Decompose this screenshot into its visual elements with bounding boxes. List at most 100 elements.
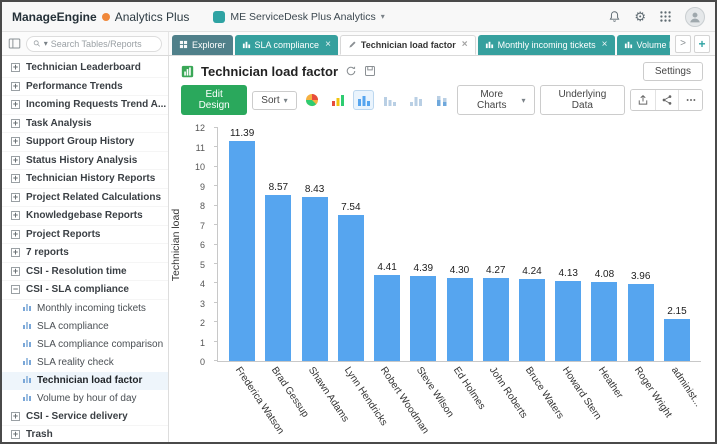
refresh-icon[interactable] bbox=[345, 65, 357, 77]
more-charts-button[interactable]: More Charts ▾ bbox=[457, 85, 535, 115]
bar-value-label: 4.08 bbox=[595, 269, 614, 280]
tab-monthly-incoming-tickets[interactable]: Monthly incoming tickets× bbox=[478, 35, 615, 55]
sidebar-report-sla-compliance[interactable]: SLA compliance bbox=[2, 318, 168, 336]
bar-chart-icon[interactable] bbox=[353, 90, 374, 110]
settings-button[interactable]: Settings bbox=[643, 62, 703, 81]
tab-volume-by-hour-of-day[interactable]: Volume by hour of day× bbox=[617, 35, 671, 55]
new-tab-button[interactable]: + bbox=[694, 35, 710, 53]
edit-design-button[interactable]: Edit Design bbox=[181, 85, 247, 115]
bar[interactable] bbox=[664, 319, 690, 361]
bar[interactable] bbox=[374, 275, 400, 361]
workspace-selector[interactable]: ME ServiceDesk Plus Analytics ▾ bbox=[213, 11, 384, 23]
bar[interactable] bbox=[591, 282, 617, 361]
x-category-slot: Lynn Hendricks bbox=[332, 362, 368, 444]
sidebar-item-7-reports[interactable]: +7 reports bbox=[2, 244, 168, 263]
tab-sla-compliance[interactable]: SLA compliance× bbox=[235, 35, 338, 55]
underlying-data-button[interactable]: Underlying Data bbox=[540, 85, 626, 115]
plot-area: 11.398.578.437.544.414.394.304.274.244.1… bbox=[217, 128, 701, 362]
tab-label: Explorer bbox=[192, 40, 226, 50]
tab-technician-load-factor[interactable]: Technician load factor× bbox=[340, 35, 476, 55]
close-icon[interactable]: × bbox=[462, 40, 468, 50]
sidebar-item-technician-leaderboard[interactable]: +Technician Leaderboard bbox=[2, 59, 168, 78]
bar[interactable] bbox=[410, 276, 436, 361]
expand-icon[interactable]: + bbox=[11, 137, 20, 146]
expand-icon[interactable]: + bbox=[11, 63, 20, 72]
sidebar-report-sla-compliance-comparison[interactable]: SLA compliance comparison bbox=[2, 336, 168, 354]
apps-grid-icon[interactable] bbox=[659, 10, 672, 23]
panel-icon[interactable] bbox=[8, 37, 21, 50]
x-category-slot: Robert Woodman bbox=[368, 362, 404, 444]
expand-icon[interactable]: + bbox=[11, 248, 20, 257]
expand-icon[interactable]: + bbox=[11, 156, 20, 165]
more-options-icon[interactable] bbox=[678, 90, 702, 110]
bar-value-label: 8.57 bbox=[269, 182, 288, 193]
sidebar-item-task-analysis[interactable]: +Task Analysis bbox=[2, 115, 168, 134]
close-icon[interactable]: × bbox=[602, 40, 608, 50]
y-tick-label: 8 bbox=[200, 201, 205, 211]
x-category-slot: Bruce Waters bbox=[514, 362, 550, 444]
search-box[interactable]: ▾ bbox=[26, 36, 162, 52]
body-row: +Technician Leaderboard+Performance Tren… bbox=[2, 56, 715, 442]
bar[interactable] bbox=[447, 278, 473, 361]
pie-chart-icon[interactable] bbox=[302, 90, 323, 110]
expand-icon[interactable]: + bbox=[11, 430, 20, 439]
bar[interactable] bbox=[555, 281, 581, 361]
bell-icon[interactable] bbox=[608, 10, 621, 23]
expand-icon[interactable]: + bbox=[11, 174, 20, 183]
bar[interactable] bbox=[628, 284, 654, 361]
sidebar-item-incoming-requests-trend-a[interactable]: +Incoming Requests Trend A... bbox=[2, 96, 168, 115]
sidebar-item-label: 7 reports bbox=[26, 247, 69, 258]
expand-icon[interactable]: + bbox=[11, 119, 20, 128]
close-icon[interactable]: × bbox=[325, 40, 331, 50]
sidebar-item-csi-resolution-time[interactable]: +CSI - Resolution time bbox=[2, 263, 168, 282]
y-tick-mark bbox=[214, 341, 218, 342]
tab-explorer[interactable]: Explorer bbox=[172, 35, 233, 55]
expand-icon[interactable]: + bbox=[11, 230, 20, 239]
sidebar-item-project-related-calculations[interactable]: +Project Related Calculations bbox=[2, 189, 168, 208]
collapse-icon[interactable]: − bbox=[11, 285, 20, 294]
y-axis: 0123456789101112 bbox=[169, 128, 213, 362]
y-tick-mark bbox=[214, 263, 218, 264]
expand-icon[interactable]: + bbox=[11, 82, 20, 91]
sidebar-report-volume-by-hour-of-day[interactable]: Volume by hour of day bbox=[2, 390, 168, 408]
sidebar-item-trash[interactable]: +Trash bbox=[2, 426, 168, 442]
tab-scroll-right-button[interactable]: > bbox=[675, 35, 691, 53]
sidebar-item-support-group-history[interactable]: +Support Group History bbox=[2, 133, 168, 152]
sidebar-report-technician-load-factor[interactable]: Technician load factor bbox=[2, 372, 168, 390]
gear-icon[interactable]: ⚙ bbox=[634, 10, 646, 23]
expand-icon[interactable]: + bbox=[11, 412, 20, 421]
sidebar-item-csi-sla-compliance[interactable]: −CSI - SLA compliance bbox=[2, 281, 168, 300]
expand-icon[interactable]: + bbox=[11, 193, 20, 202]
pencil-icon bbox=[348, 40, 357, 51]
bar[interactable] bbox=[265, 195, 291, 361]
sidebar-item-csi-service-delivery[interactable]: +CSI - Service delivery bbox=[2, 408, 168, 427]
search-input[interactable] bbox=[51, 39, 155, 49]
bar-chart-alt2-icon[interactable] bbox=[405, 90, 426, 110]
sidebar-report-label: Volume by hour of day bbox=[37, 393, 137, 404]
bar-chart-alt1-icon[interactable] bbox=[379, 90, 400, 110]
share-icon[interactable] bbox=[655, 90, 679, 110]
bar[interactable] bbox=[519, 279, 545, 361]
sort-button[interactable]: Sort ▾ bbox=[252, 91, 296, 110]
colored-bar-chart-icon[interactable] bbox=[328, 90, 349, 110]
sidebar-item-status-history-analysis[interactable]: +Status History Analysis bbox=[2, 152, 168, 171]
avatar[interactable] bbox=[685, 7, 705, 27]
sidebar-item-project-reports[interactable]: +Project Reports bbox=[2, 226, 168, 245]
export-icon[interactable] bbox=[631, 90, 655, 110]
save-icon[interactable] bbox=[364, 65, 376, 77]
expand-icon[interactable]: + bbox=[11, 267, 20, 276]
search-scope-caret-icon[interactable]: ▾ bbox=[44, 39, 48, 48]
bar[interactable] bbox=[229, 141, 255, 361]
sidebar-item-knowledgebase-reports[interactable]: +Knowledgebase Reports bbox=[2, 207, 168, 226]
bar[interactable] bbox=[483, 278, 509, 361]
sidebar-report-sla-reality-check[interactable]: SLA reality check bbox=[2, 354, 168, 372]
sidebar-item-performance-trends[interactable]: +Performance Trends bbox=[2, 78, 168, 97]
bar[interactable] bbox=[302, 197, 328, 361]
expand-icon[interactable]: + bbox=[11, 100, 20, 109]
page-title: Technician load factor bbox=[201, 64, 338, 79]
bar[interactable] bbox=[338, 215, 364, 361]
sidebar-report-monthly-incoming-tickets[interactable]: Monthly incoming tickets bbox=[2, 300, 168, 318]
stacked-bar-chart-icon[interactable] bbox=[431, 90, 452, 110]
sidebar-item-technician-history-reports[interactable]: +Technician History Reports bbox=[2, 170, 168, 189]
expand-icon[interactable]: + bbox=[11, 211, 20, 220]
